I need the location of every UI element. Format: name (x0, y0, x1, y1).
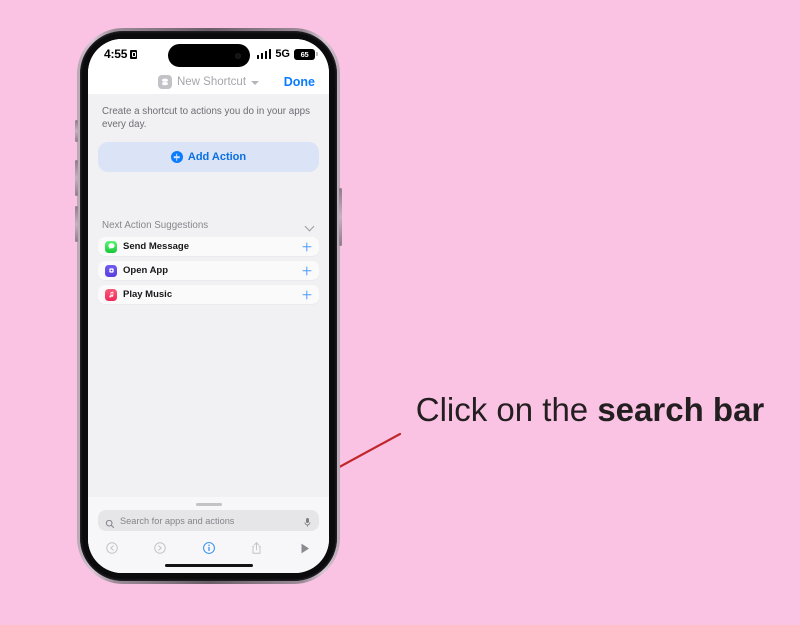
search-icon (105, 516, 115, 528)
front-camera-icon (234, 52, 241, 59)
done-button[interactable]: Done (284, 75, 315, 89)
lock-portrait-icon (130, 49, 138, 59)
plus-circle-icon (170, 151, 183, 163)
chevron-down-icon[interactable] (305, 221, 315, 231)
instruction-text-bold: search bar (597, 391, 765, 428)
cellular-signal-icon (256, 49, 272, 59)
microphone-icon[interactable] (303, 515, 312, 527)
list-item-label: Play Music (123, 289, 173, 300)
volume-down-button[interactable] (75, 206, 78, 242)
play-icon[interactable] (297, 540, 313, 556)
network-type-label: 5G (275, 48, 290, 60)
navigation-bar: New Shortcut Done (88, 69, 329, 94)
suggestions-header-label: Next Action Suggestions (102, 220, 209, 231)
plus-icon[interactable] (301, 265, 312, 276)
list-item-label: Open App (123, 265, 169, 276)
status-right-group: 5G 65 (256, 48, 318, 60)
drag-handle[interactable] (195, 503, 222, 506)
undo-icon[interactable] (104, 540, 120, 556)
shortcut-editor-content: Create a shortcut to actions you do in y… (88, 94, 329, 497)
instruction-text: Click on the search bar (398, 384, 782, 435)
editor-toolbar (88, 531, 329, 556)
status-time-group: 4:55 (104, 47, 138, 61)
messages-app-icon (105, 240, 117, 253)
shortcut-title-label: New Shortcut (176, 75, 247, 88)
bottom-panel: Search for apps and actions (88, 497, 329, 573)
power-button[interactable] (339, 188, 342, 246)
plus-icon[interactable] (301, 289, 312, 300)
status-time: 4:55 (104, 47, 128, 61)
suggestions-header[interactable]: Next Action Suggestions (98, 220, 319, 231)
dynamic-island (167, 44, 250, 67)
phone-mockup: 4:55 5G 65 New Shortcut Done Create a sh… (75, 28, 342, 584)
volume-up-button[interactable] (75, 160, 78, 196)
list-item[interactable]: Send Message (98, 237, 319, 256)
add-action-button[interactable]: Add Action (98, 142, 319, 172)
shortcuts-icon (157, 74, 172, 89)
music-app-icon (105, 288, 117, 301)
editor-description: Create a shortcut to actions you do in y… (102, 106, 311, 130)
list-item-label: Send Message (123, 241, 189, 252)
add-action-label: Add Action (187, 151, 247, 163)
shortcut-title-button[interactable]: New Shortcut (157, 74, 260, 89)
info-icon[interactable] (201, 540, 217, 556)
list-item[interactable]: Play Music (98, 285, 319, 304)
home-indicator (164, 563, 253, 567)
search-bar[interactable]: Search for apps and actions (98, 510, 319, 531)
silent-switch-button[interactable] (75, 120, 78, 142)
suggestions-list: Send Message Open App Play Music (98, 237, 319, 304)
chevron-down-icon (251, 80, 260, 85)
instruction-text-plain: Click on the (415, 391, 598, 428)
battery-indicator: 65 (294, 48, 318, 60)
status-bar: 4:55 5G 65 (88, 39, 329, 69)
plus-icon[interactable] (301, 241, 312, 252)
share-icon[interactable] (249, 540, 265, 556)
search-input[interactable]: Search for apps and actions (120, 516, 298, 526)
list-item[interactable]: Open App (98, 261, 319, 280)
phone-screen: 4:55 5G 65 New Shortcut Done Create a sh… (88, 39, 329, 573)
open-app-icon (105, 264, 117, 277)
redo-icon[interactable] (152, 540, 168, 556)
